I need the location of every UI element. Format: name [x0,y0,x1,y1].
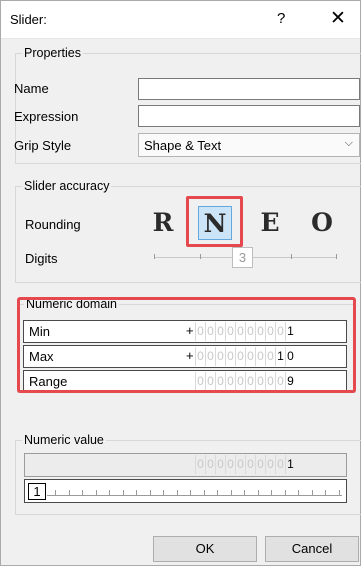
ok-button[interactable]: OK [153,536,257,562]
value-slider-tick [230,490,232,495]
digits-label: Digits [25,251,58,266]
value-digits: 0 0 0 0 0 0 0 0 0 1 [195,455,295,474]
value-slider-track[interactable] [47,495,342,496]
digits-tick [291,254,292,259]
rounding-highlight [186,196,243,247]
name-input[interactable] [138,78,360,100]
numeric-value-display: 0 0 0 0 0 0 0 0 0 1 [24,453,347,477]
name-label: Name [14,81,49,96]
value-slider-tick [257,490,259,495]
value-slider-tick [203,490,205,495]
numeric-domain-highlight [17,297,356,393]
digit: 0 [235,455,245,474]
digit: 0 [215,455,225,474]
digits-tick [154,254,155,259]
slider-dialog: Slider: ? ✕ Properties Name Expression G… [0,0,361,566]
value-slider[interactable]: 1 [24,479,347,503]
digit: 0 [205,455,215,474]
value-slider-tick [136,490,137,495]
value-slider-tick [325,490,326,495]
close-button[interactable]: ✕ [326,7,350,31]
value-slider-tick [298,490,299,495]
value-slider-tick [271,490,272,495]
rounding-e-button[interactable]: E [253,206,287,240]
dialog-title: Slider: [10,12,47,27]
help-button[interactable]: ? [277,10,285,27]
value-slider-tick [284,490,286,495]
digit: 1 [285,455,295,474]
numeric-value-legend: Numeric value [24,433,104,447]
expression-input[interactable] [138,105,360,127]
grip-style-select[interactable]: Shape & Text ⌵ [138,133,360,157]
title-bar: Slider: ? ✕ [1,1,360,39]
slider-accuracy-legend: Slider accuracy [24,179,110,193]
properties-legend: Properties [24,46,81,60]
rounding-r-button[interactable]: R [146,206,180,240]
digits-slider-thumb[interactable]: 3 [232,247,253,268]
value-slider-tick [68,490,70,495]
digit: 0 [245,455,255,474]
digit: 0 [195,455,205,474]
digit: 0 [225,455,235,474]
digits-tick [200,254,201,259]
chevron-down-icon: ⌵ [344,137,353,149]
expression-label: Expression [14,109,79,124]
value-slider-tick [55,490,56,495]
value-slider-tick [122,490,124,495]
rounding-label: Rounding [25,217,81,232]
grip-style-value: Shape & Text [144,138,222,153]
value-slider-tick [311,490,313,495]
value-slider-tick [109,490,110,495]
value-slider-tick [82,490,83,495]
grip-style-label: Grip Style [14,138,72,153]
value-slider-tick [95,490,97,495]
cancel-button[interactable]: Cancel [265,536,359,562]
value-slider-tick [244,490,245,495]
value-slider-tick [176,490,178,495]
rounding-o-button[interactable]: O [305,206,339,240]
digit: 0 [265,455,275,474]
value-slider-tick [217,490,218,495]
value-slider-tick [163,490,164,495]
digits-tick [336,254,337,259]
digit: 0 [275,455,285,474]
value-slider-thumb[interactable]: 1 [28,483,46,500]
value-slider-tick [338,490,340,495]
digit: 0 [255,455,265,474]
value-slider-tick [149,490,151,495]
value-slider-tick [190,490,191,495]
